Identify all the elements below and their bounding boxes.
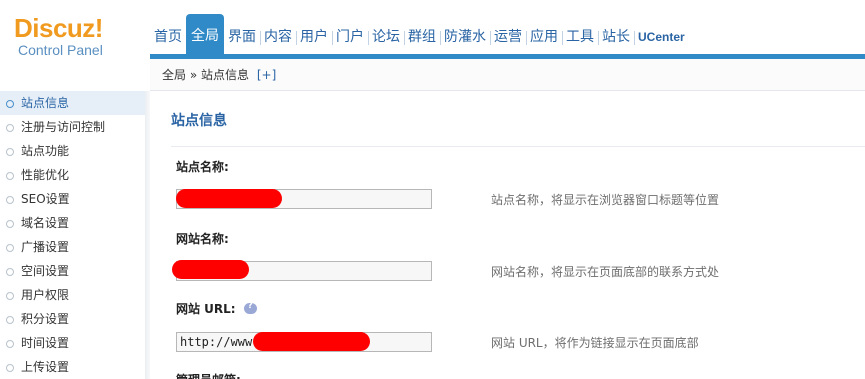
nav-operation[interactable]: 运营	[490, 20, 527, 54]
website-url-label: 网站 URL:	[176, 300, 257, 317]
nav-user[interactable]: 用户	[296, 20, 333, 54]
sidebar-item-performance[interactable]: 性能优化	[0, 163, 145, 187]
nav-style[interactable]: 界面	[224, 20, 261, 54]
nav-portal[interactable]: 门户	[332, 20, 369, 54]
nav-founder[interactable]: 站长	[598, 20, 635, 54]
website-url-tip: 网站 URL，将作为链接显示在页面底部	[491, 336, 699, 350]
admin-panel: Discuz! Control Panel 首页 全局 界面 内容 用户 门户 …	[0, 0, 865, 379]
title-divider	[171, 146, 865, 147]
nav-apps[interactable]: 应用	[526, 20, 563, 54]
sidebar-item-site-features[interactable]: 站点功能	[0, 139, 145, 163]
main-content: 站点信息 站点名称: 站点名称，将显示在浏览器窗口标题等位置 网站名称: 网站名…	[150, 92, 865, 379]
site-name-tip: 站点名称，将显示在浏览器窗口标题等位置	[491, 193, 720, 207]
breadcrumb-current: 站点信息	[201, 68, 250, 82]
sidebar-item-credits[interactable]: 积分设置	[0, 307, 145, 331]
add-shortcut-button[interactable]: [+]	[257, 68, 276, 82]
nav-ucenter[interactable]: UCenter	[634, 20, 689, 54]
page-title: 站点信息	[171, 113, 227, 129]
sidebar-item-time[interactable]: 时间设置	[0, 331, 145, 355]
nav-global[interactable]: 全局	[186, 14, 224, 54]
sidebar-item-upload[interactable]: 上传设置	[0, 355, 145, 379]
top-nav: 首页 全局 界面 内容 用户 门户 论坛 群组 防灌水 运营 应用 工具 站长 …	[150, 14, 689, 54]
sidebar-item-seo[interactable]: SEO设置	[0, 187, 145, 211]
nav-tools[interactable]: 工具	[562, 20, 599, 54]
header: Discuz! Control Panel 首页 全局 界面 内容 用户 门户 …	[0, 0, 865, 59]
redaction-mark	[172, 260, 249, 279]
sidebar-item-domain[interactable]: 域名设置	[0, 211, 145, 235]
sidebar-item-space[interactable]: 空间设置	[0, 259, 145, 283]
website-name-tip: 网站名称，将显示在页面底部的联系方式处	[491, 265, 720, 279]
breadcrumb-root[interactable]: 全局	[162, 68, 186, 82]
redaction-mark	[176, 189, 282, 208]
sidebar-item-site-info[interactable]: 站点信息	[0, 91, 145, 115]
nav-forum[interactable]: 论坛	[368, 20, 405, 54]
logo[interactable]: Discuz! Control Panel	[14, 14, 103, 58]
breadcrumb-separator: »	[189, 68, 198, 82]
site-name-label: 站点名称:	[176, 160, 229, 174]
nav-content[interactable]: 内容	[260, 20, 297, 54]
sidebar: 站点信息 注册与访问控制 站点功能 性能优化 SEO设置 域名设置 广播设置 空…	[0, 91, 145, 379]
sidebar-item-permissions[interactable]: 用户权限	[0, 283, 145, 307]
nav-home[interactable]: 首页	[150, 20, 187, 54]
help-icon[interactable]	[243, 301, 257, 314]
logo-title: Discuz!	[14, 13, 103, 43]
website-url-label-text: 网站 URL:	[176, 302, 236, 316]
redaction-mark	[253, 332, 370, 351]
breadcrumb: 全局 » 站点信息 [+]	[150, 59, 865, 91]
logo-subtitle: Control Panel	[18, 42, 103, 58]
nav-group[interactable]: 群组	[404, 20, 441, 54]
sidebar-item-broadcast[interactable]: 广播设置	[0, 235, 145, 259]
nav-antispam[interactable]: 防灌水	[440, 20, 491, 54]
website-name-label: 网站名称:	[176, 232, 229, 246]
admin-email-label: 管理员邮箱:	[176, 371, 241, 379]
sidebar-item-register-access[interactable]: 注册与访问控制	[0, 115, 145, 139]
